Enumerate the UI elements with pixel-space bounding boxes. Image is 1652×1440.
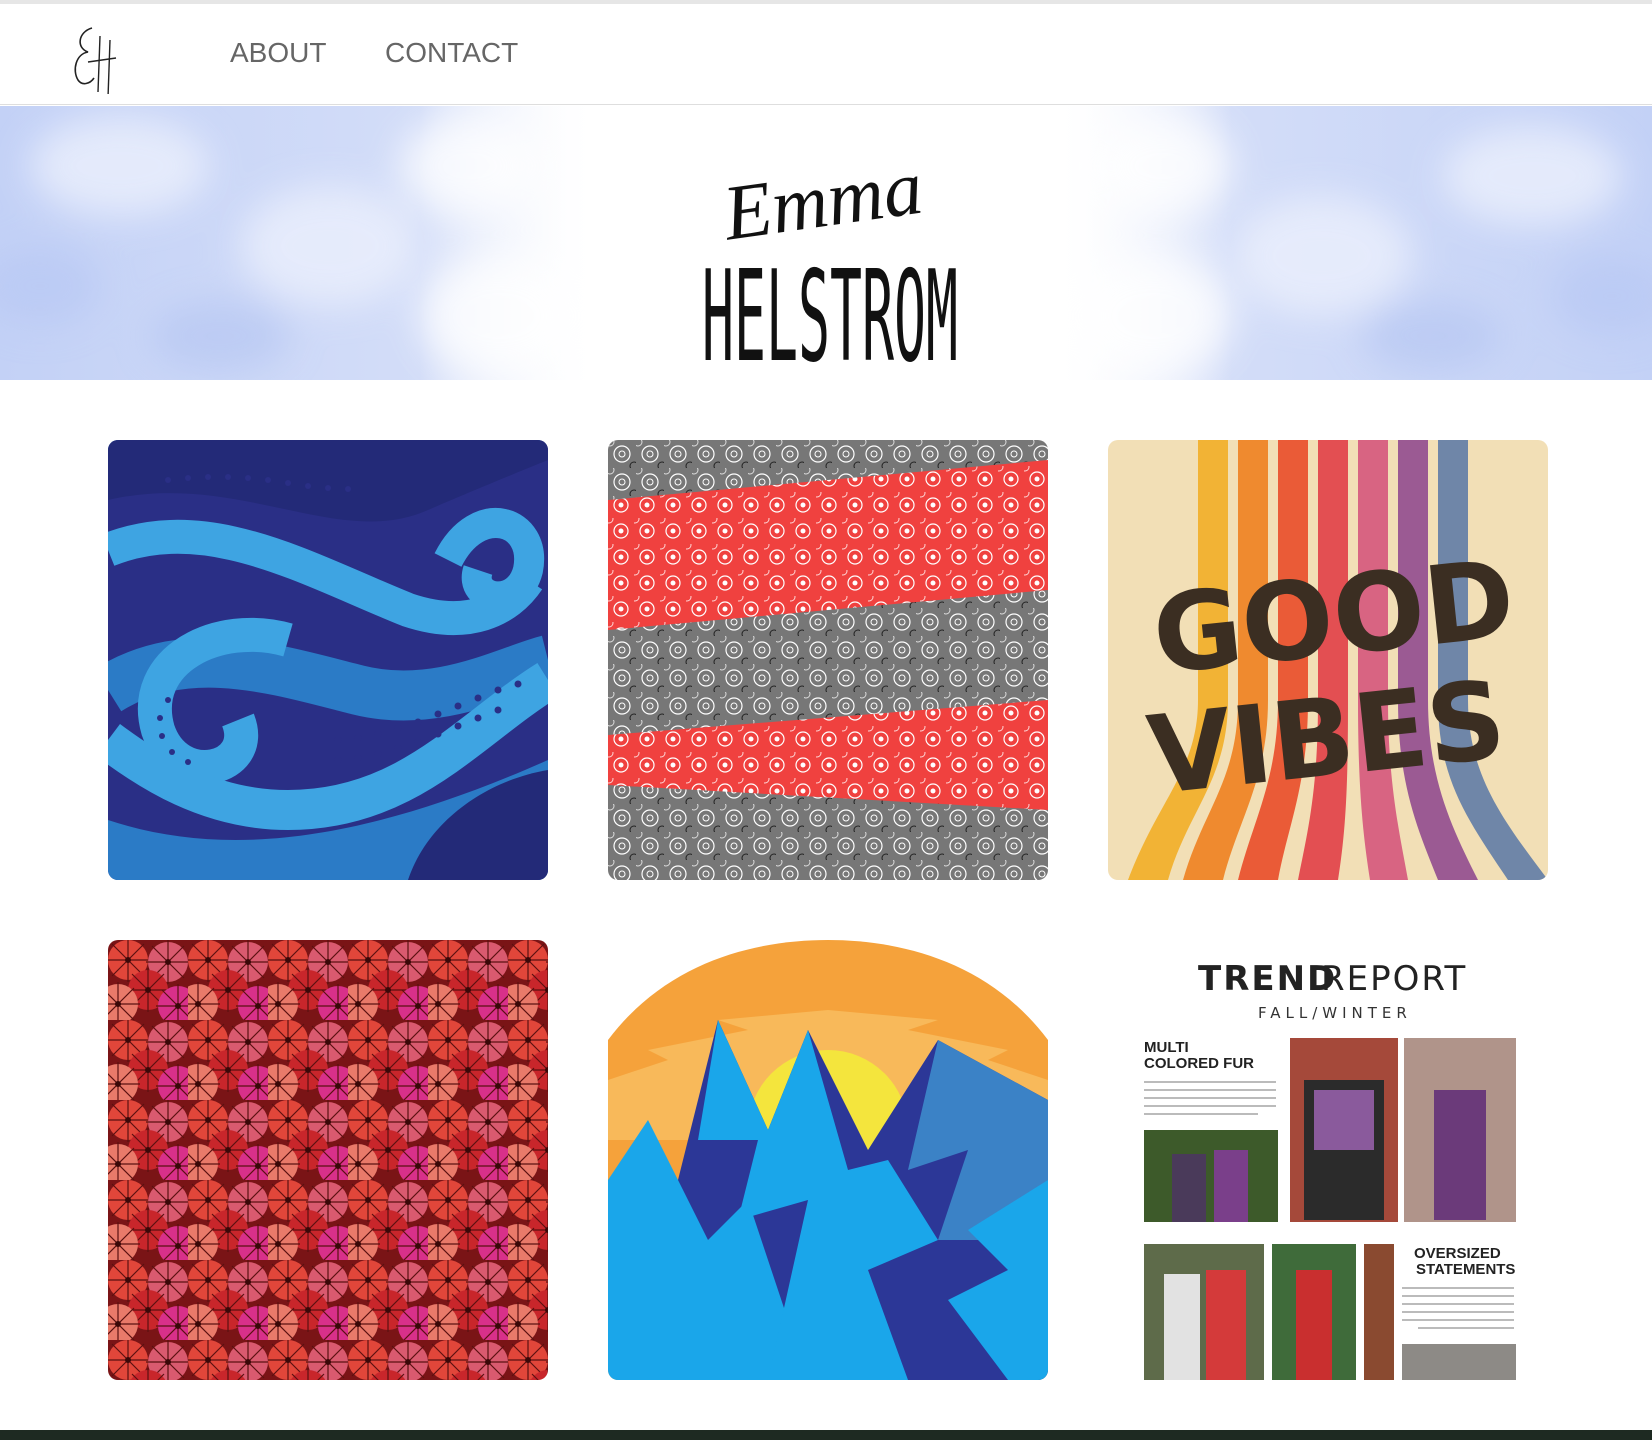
trend-section1-line1: MULTI bbox=[1144, 1039, 1189, 1056]
emma-helstrom-wordmark[interactable]: Emma HELSTROM bbox=[690, 136, 970, 366]
trend-section2-line2: STATEMENTS bbox=[1416, 1261, 1515, 1278]
gallery-tile-hibiscus[interactable] bbox=[108, 940, 548, 1380]
trend-title-bold: TREND bbox=[1198, 959, 1337, 999]
wordmark-script-name: Emma bbox=[717, 143, 927, 257]
watercolor-cloud-left bbox=[0, 106, 600, 380]
gallery-tile-trend-report[interactable]: TREND REPORT FALL/WINTER MULTI COLORED F… bbox=[1108, 940, 1548, 1380]
watercolor-cloud-right bbox=[1052, 106, 1652, 380]
portfolio-gallery: GOOD VIBES TREND REPORT FALL/WINTER MULT… bbox=[108, 440, 1548, 1380]
trend-title-light: REPORT bbox=[1321, 959, 1467, 999]
trend-section2-line1: OVERSIZED bbox=[1414, 1245, 1501, 1262]
nav-contact-link[interactable]: CONTACT bbox=[385, 37, 518, 69]
flower-pattern-icon bbox=[108, 940, 548, 1380]
good-vibes-poster: GOOD VIBES bbox=[1108, 440, 1548, 880]
floral-stripe-pattern-icon bbox=[608, 440, 1048, 880]
hero-banner: Emma HELSTROM bbox=[0, 106, 1652, 380]
site-navbar: ABOUT CONTACT bbox=[0, 4, 1652, 105]
trend-section1-line2: COLORED FUR bbox=[1144, 1055, 1254, 1072]
gallery-tile-mountains[interactable] bbox=[608, 940, 1048, 1380]
tentacle-pattern-icon bbox=[108, 440, 548, 880]
gallery-tile-tentacles[interactable] bbox=[108, 440, 548, 880]
trend-subtitle: FALL/WINTER bbox=[1258, 1004, 1412, 1022]
gallery-tile-floral-stripes[interactable] bbox=[608, 440, 1048, 880]
mountain-illustration-icon bbox=[608, 940, 1048, 1380]
wordmark-surname: HELSTROM bbox=[702, 244, 958, 366]
trend-report-layout: TREND REPORT FALL/WINTER MULTI COLORED F… bbox=[1108, 940, 1548, 1380]
eh-monogram-logo[interactable] bbox=[70, 18, 130, 99]
gallery-tile-good-vibes[interactable]: GOOD VIBES bbox=[1108, 440, 1548, 880]
nav-about-link[interactable]: ABOUT bbox=[230, 37, 326, 69]
window-bottom-edge bbox=[0, 1430, 1652, 1440]
